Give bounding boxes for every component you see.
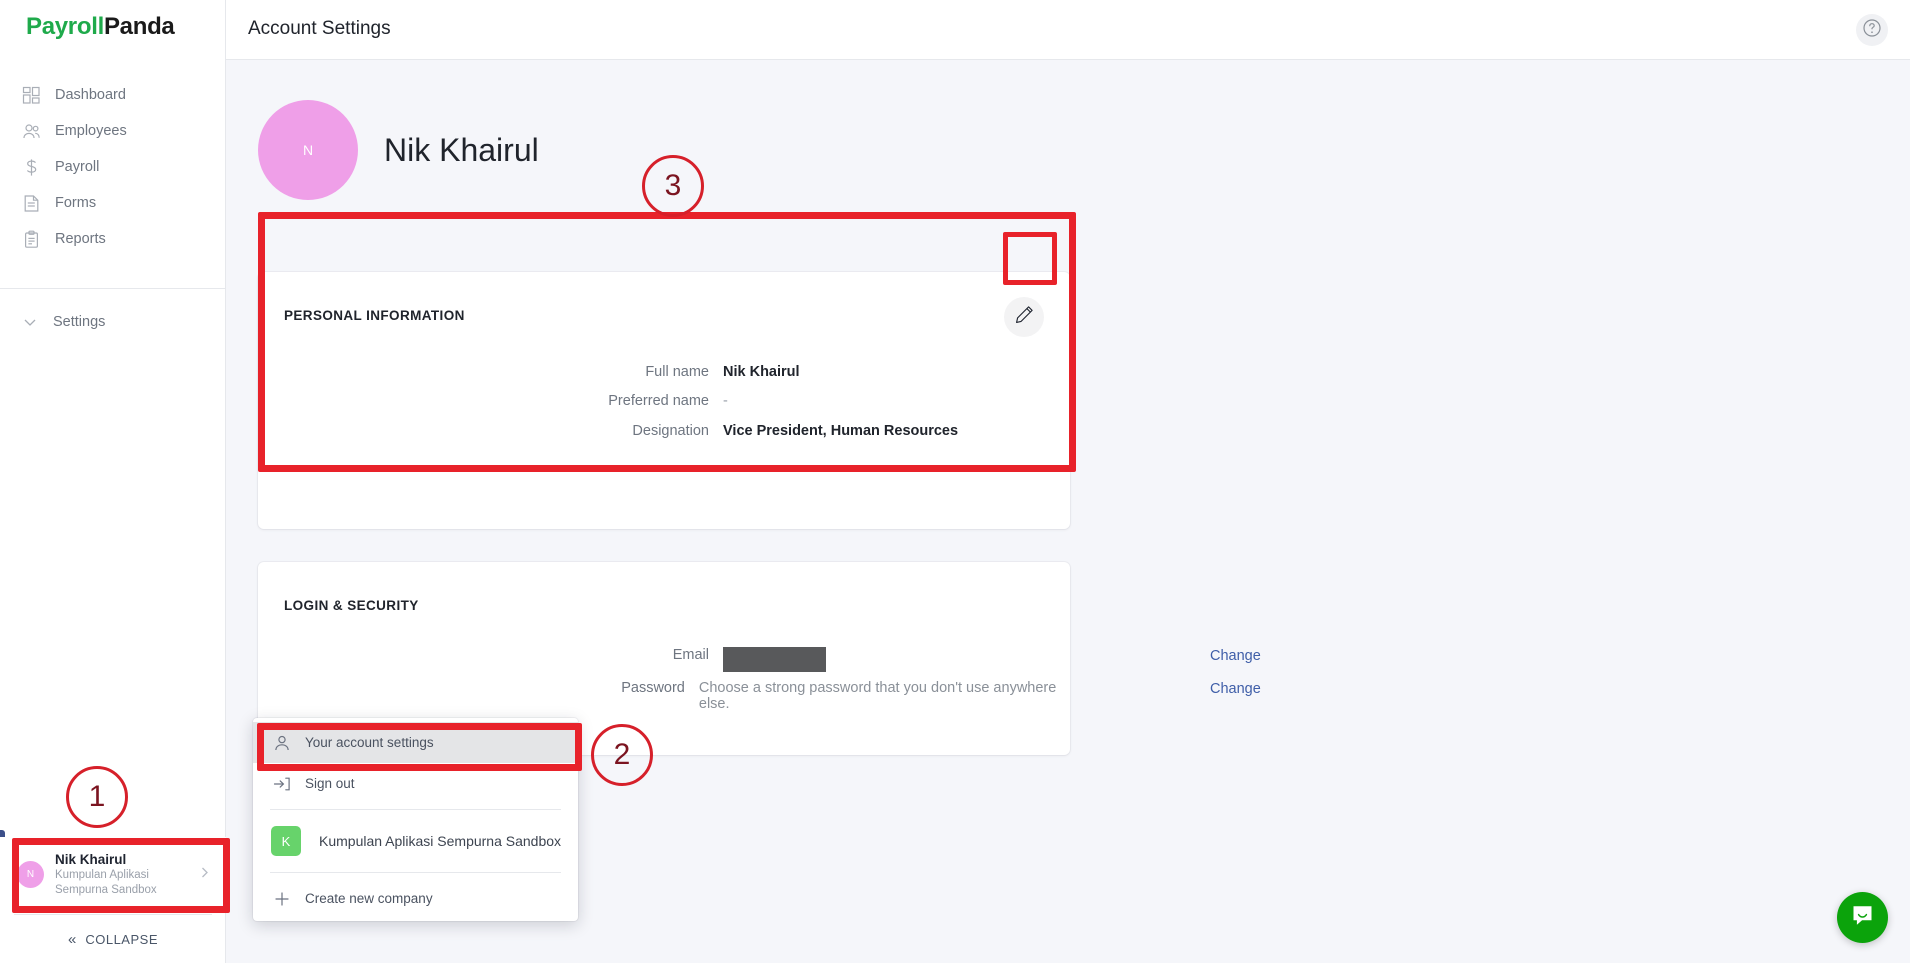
support-chat-button[interactable] bbox=[1837, 892, 1888, 943]
page-title: Account Settings bbox=[248, 18, 391, 39]
help-circle-icon bbox=[1862, 18, 1882, 43]
avatar: N bbox=[258, 100, 358, 200]
account-menu-item-label: Create new company bbox=[305, 891, 433, 906]
company-badge: K bbox=[271, 826, 301, 856]
sidebar-item-label: Payroll bbox=[55, 159, 100, 175]
sidebar-collapse-button[interactable]: « COLLAPSE bbox=[0, 923, 226, 955]
top-header: Account Settings bbox=[226, 0, 1910, 60]
field-label: Full name bbox=[645, 364, 709, 380]
change-email-link[interactable]: Change bbox=[1210, 648, 1261, 664]
sidebar-collapse-label: COLLAPSE bbox=[85, 931, 158, 947]
double-chevron-left-icon: « bbox=[68, 930, 77, 948]
account-menu-company[interactable]: K Kumpulan Aplikasi Sempurna Sandbox bbox=[253, 815, 578, 867]
profile-header: N Nik Khairul bbox=[258, 100, 539, 200]
avatar: N bbox=[17, 861, 44, 888]
change-password-link[interactable]: Change bbox=[1210, 681, 1261, 697]
personal-information-title: PERSONAL INFORMATION bbox=[284, 308, 465, 323]
people-icon bbox=[22, 122, 41, 141]
field-label: Password bbox=[621, 680, 685, 696]
field-password: Password Choose a strong password that y… bbox=[258, 680, 1070, 712]
field-designation: Designation Vice President, Human Resour… bbox=[258, 423, 1070, 439]
chat-bubble-icon bbox=[1849, 902, 1876, 934]
sidebar-item-label: Settings bbox=[53, 314, 106, 330]
edit-personal-information-button[interactable] bbox=[1004, 297, 1044, 337]
account-menu-company-label: Kumpulan Aplikasi Sempurna Sandbox bbox=[319, 833, 562, 849]
sidebar-item-reports[interactable]: Reports bbox=[0, 221, 226, 257]
account-menu-your-account-settings[interactable]: Your account settings bbox=[253, 722, 578, 763]
account-menu-item-label: Sign out bbox=[305, 776, 355, 791]
sidebar-user-meta: Nik Khairul Kumpulan Aplikasi Sempurna S… bbox=[55, 852, 193, 898]
sidebar-item-forms[interactable]: Forms bbox=[0, 185, 226, 221]
account-menu-separator bbox=[270, 809, 561, 810]
sidebar-user-company-line2: Sempurna Sandbox bbox=[55, 883, 157, 896]
account-menu-create-new-company[interactable]: Create new company bbox=[253, 878, 578, 919]
account-menu: Your account settings Sign out K Kumpula… bbox=[253, 718, 578, 921]
field-value: - bbox=[723, 393, 728, 409]
sidebar-item-settings[interactable]: Settings bbox=[0, 305, 226, 339]
sign-out-icon bbox=[273, 775, 291, 793]
field-value: Choose a strong password that you don't … bbox=[698, 680, 1057, 712]
field-value: Vice President, Human Resources bbox=[723, 423, 959, 439]
dollar-icon bbox=[22, 158, 41, 177]
field-full-name: Full name Nik Khairul bbox=[258, 364, 1070, 380]
sidebar-user-card[interactable]: N Nik Khairul Kumpulan Aplikasi Sempurna… bbox=[0, 837, 226, 911]
field-value: Nik Khairul bbox=[723, 364, 800, 380]
help-button[interactable] bbox=[1856, 14, 1888, 46]
field-label: Preferred name bbox=[608, 393, 709, 409]
sidebar-user-divider bbox=[14, 914, 212, 915]
app-root: PayrollPanda Dashboard Employees Payroll… bbox=[0, 0, 1910, 963]
sidebar-divider bbox=[0, 288, 226, 289]
personal-information-card: PERSONAL INFORMATION Full name Nik Khair… bbox=[258, 272, 1070, 529]
field-preferred-name: Preferred name - bbox=[258, 393, 1070, 409]
sidebar-item-employees[interactable]: Employees bbox=[0, 113, 226, 149]
field-label: Designation bbox=[632, 423, 709, 439]
sidebar-item-payroll[interactable]: Payroll bbox=[0, 149, 226, 185]
email-redacted-value bbox=[723, 647, 826, 672]
profile-name: Nik Khairul bbox=[384, 131, 539, 168]
sidebar-item-label: Forms bbox=[55, 195, 97, 211]
sidebar-nav: Dashboard Employees Payroll Forms Report… bbox=[0, 77, 226, 257]
brand-logo[interactable]: PayrollPanda bbox=[26, 13, 175, 41]
account-menu-separator bbox=[270, 872, 561, 873]
sidebar-user-name: Nik Khairul bbox=[55, 851, 127, 867]
sidebar-item-label: Dashboard bbox=[55, 87, 126, 103]
pencil-icon bbox=[1014, 304, 1035, 330]
chevron-down-icon bbox=[20, 312, 40, 332]
user-outline-icon bbox=[273, 734, 291, 752]
field-label: Email bbox=[672, 647, 709, 663]
sidebar-item-dashboard[interactable]: Dashboard bbox=[0, 77, 226, 113]
login-security-title: LOGIN & SECURITY bbox=[284, 598, 419, 613]
sidebar-item-label: Employees bbox=[55, 123, 127, 139]
plus-icon bbox=[273, 890, 291, 908]
brand-part-payroll: Payroll bbox=[26, 13, 104, 40]
account-menu-item-label: Your account settings bbox=[305, 735, 434, 750]
sidebar-item-label: Reports bbox=[55, 231, 106, 247]
document-icon bbox=[22, 194, 41, 213]
brand-part-panda: Panda bbox=[103, 13, 175, 40]
clipboard-icon bbox=[22, 230, 41, 249]
field-email: Email bbox=[258, 647, 1070, 672]
dashboard-grid-icon bbox=[22, 86, 41, 105]
account-menu-sign-out[interactable]: Sign out bbox=[253, 763, 578, 804]
sidebar-user-company-line1: Kumpulan Aplikasi bbox=[55, 868, 149, 881]
sidebar: PayrollPanda Dashboard Employees Payroll… bbox=[0, 0, 226, 963]
chevron-right-icon bbox=[193, 865, 212, 884]
